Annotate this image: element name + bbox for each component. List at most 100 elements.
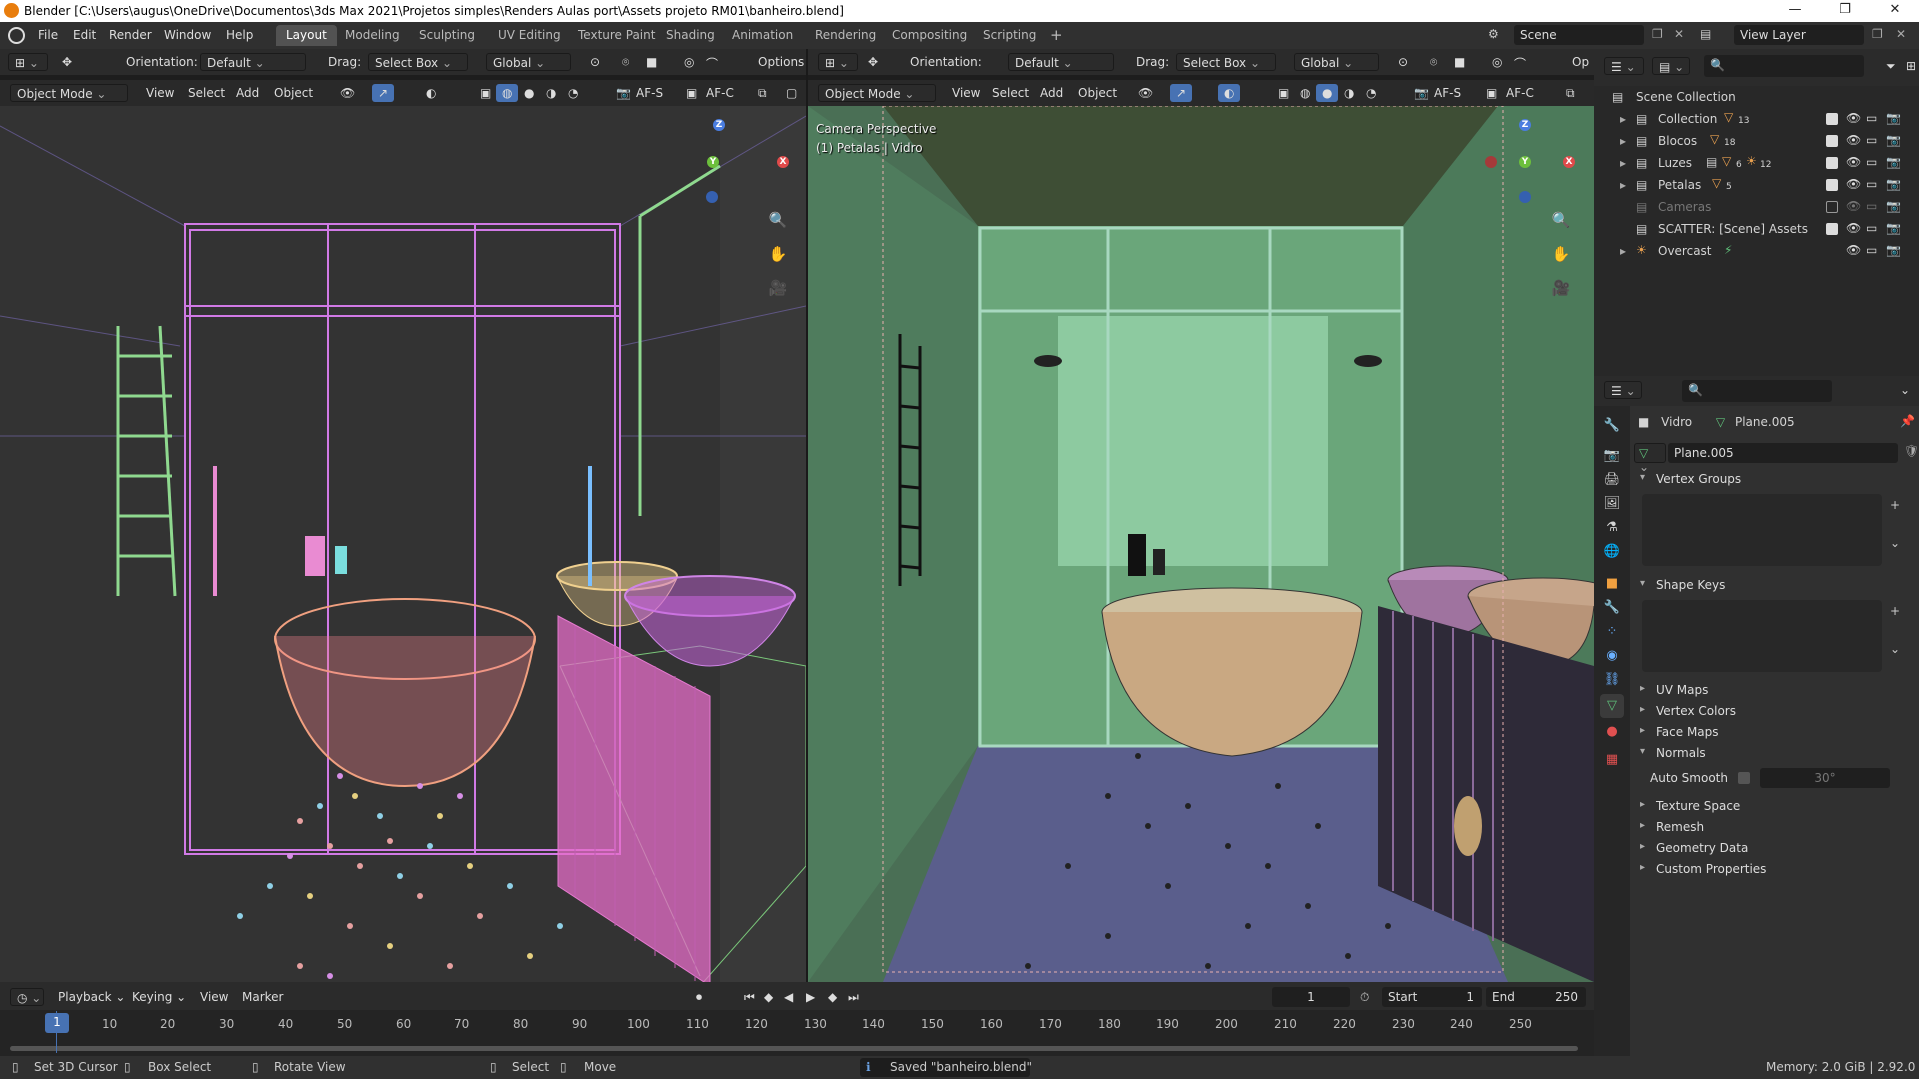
pivot-icon-right[interactable]: ⊙ xyxy=(1392,53,1414,71)
mesh-datablock-field[interactable]: Plane.005 xyxy=(1668,443,1898,463)
expand-icon[interactable]: ▸ xyxy=(1620,178,1626,192)
expand-icon[interactable]: ▸ xyxy=(1620,156,1626,170)
end-frame-field[interactable]: End 250 xyxy=(1486,987,1586,1007)
view-menu-right[interactable]: View xyxy=(946,84,986,102)
tab-shading[interactable]: Shading xyxy=(656,25,725,46)
af-c-button-right[interactable]: AF-C xyxy=(1500,84,1540,102)
zoom-icon-right[interactable]: 🔍 xyxy=(1550,209,1572,231)
af-s-button[interactable]: AF-S xyxy=(630,84,669,102)
transform-orientation-dropdown-right[interactable]: Global xyxy=(1294,53,1379,71)
xray-icon[interactable]: ▣ xyxy=(474,84,497,102)
tab-scripting[interactable]: Scripting xyxy=(973,25,1046,46)
current-frame-field[interactable]: 1 xyxy=(1272,987,1350,1007)
gizmo-x-icon-right[interactable]: X xyxy=(1563,156,1575,168)
drag-dropdown[interactable]: Select Box xyxy=(368,53,468,71)
viewport-disable-icon[interactable]: ▭ xyxy=(1866,199,1877,213)
object-tab-icon[interactable]: ■ xyxy=(1600,572,1624,596)
new-collection-icon[interactable]: ⊞ xyxy=(1900,57,1919,75)
eye-icon[interactable]: 👁 xyxy=(1846,155,1861,169)
exclude-checkbox[interactable] xyxy=(1826,223,1838,235)
shape-key-menu-icon[interactable]: ⌄ xyxy=(1890,642,1900,656)
viewport-disable-icon[interactable]: ▭ xyxy=(1866,133,1877,147)
exclude-checkbox[interactable] xyxy=(1826,113,1838,125)
rendered-shading-icon-right[interactable]: ◔ xyxy=(1360,84,1382,102)
mesh-browse-button[interactable]: ▽ xyxy=(1634,443,1666,463)
viewport-disable-icon[interactable]: ▭ xyxy=(1866,243,1877,257)
tab-sculpting[interactable]: Sculpting xyxy=(409,25,485,46)
wireframe-shading-icon[interactable]: ◍ xyxy=(496,84,519,102)
gizmo-neg-x-icon[interactable] xyxy=(706,156,718,168)
camera-view-icon-right[interactable]: 🎥 xyxy=(1550,277,1572,299)
gizmo-z-icon-right[interactable]: Z xyxy=(1519,119,1531,131)
af-c-button[interactable]: AF-C xyxy=(700,84,740,102)
world-tab-icon[interactable]: 🌐 xyxy=(1600,540,1624,564)
right-viewport[interactable]: Camera Perspective (1) Petalas | Vidro Z… xyxy=(808,106,1594,982)
tab-compositing[interactable]: Compositing xyxy=(882,25,977,46)
viewport-frame-icon[interactable]: ▢ xyxy=(780,84,803,102)
pan-hand-icon[interactable]: ✋ xyxy=(767,243,789,265)
add-vertex-group-icon[interactable]: + xyxy=(1890,498,1900,512)
af-s-button-right[interactable]: AF-S xyxy=(1428,84,1467,102)
options-button[interactable]: Options xyxy=(752,53,810,71)
view-menu[interactable]: View xyxy=(140,84,180,102)
play-reverse-icon[interactable]: ◀ xyxy=(778,988,799,1006)
viewport-extra-icon[interactable]: ⧉ xyxy=(752,84,773,102)
overlay-icon[interactable]: ◐ xyxy=(420,84,442,102)
gizmo-z-icon[interactable]: Z xyxy=(713,119,725,131)
properties-options-icon[interactable]: ⌄ xyxy=(1894,381,1916,399)
viewport-disable-icon[interactable]: ▭ xyxy=(1866,221,1877,235)
falloff-icon[interactable]: ⌒ xyxy=(700,53,724,71)
add-workspace-button[interactable]: + xyxy=(1040,25,1073,46)
expand-icon[interactable]: ▸ xyxy=(1620,112,1626,126)
add-menu[interactable]: Add xyxy=(230,84,265,102)
maximize-button[interactable]: ❐ xyxy=(1825,2,1865,17)
tab-rendering[interactable]: Rendering xyxy=(805,25,886,46)
menu-help[interactable]: Help xyxy=(226,28,253,42)
solid-shading-icon-right[interactable]: ● xyxy=(1316,84,1339,102)
render-camera-icon[interactable]: 📷 xyxy=(1886,243,1901,257)
physics-tab-icon[interactable]: ◉ xyxy=(1600,644,1624,668)
render-camera-icon[interactable]: 📷 xyxy=(1886,133,1901,147)
camera-view-icon[interactable]: 🎥 xyxy=(767,277,789,299)
play-icon[interactable]: ▶ xyxy=(800,988,821,1006)
vertex-group-menu-icon[interactable]: ⌄ xyxy=(1890,536,1900,550)
object-mode-dropdown[interactable]: Object Mode xyxy=(10,84,128,102)
start-frame-field[interactable]: Start 1 xyxy=(1382,987,1482,1007)
gizmo-neg-z-icon-right[interactable] xyxy=(1519,191,1531,203)
timeline-view-menu[interactable]: View xyxy=(194,988,234,1006)
remove-scene-icon[interactable]: ✕ xyxy=(1674,27,1684,41)
menu-window[interactable]: Window xyxy=(164,28,211,42)
eye-icon[interactable]: 👁 xyxy=(1846,177,1861,191)
menu-file[interactable]: File xyxy=(38,28,58,42)
orientation-dropdown[interactable]: Default xyxy=(200,53,306,71)
transform-orientation-dropdown[interactable]: Global xyxy=(486,53,571,71)
modifier-tab-icon[interactable]: 🔧 xyxy=(1600,596,1624,620)
outliner-root-row[interactable]: ▤ Scene Collection xyxy=(1594,86,1919,108)
gizmo-neg-z-icon[interactable] xyxy=(706,191,718,203)
filter-icon[interactable]: ⏷ xyxy=(1880,57,1902,75)
auto-smooth-angle[interactable]: 30° xyxy=(1760,768,1890,788)
mesh-data-tab-icon[interactable]: ▽ xyxy=(1600,694,1624,718)
exclude-checkbox[interactable] xyxy=(1826,157,1838,169)
auto-smooth-checkbox[interactable] xyxy=(1738,772,1750,784)
pivot-icon[interactable]: ⊙ xyxy=(584,53,606,71)
falloff-icon-right[interactable]: ⌒ xyxy=(1508,53,1532,71)
snap-target-icon[interactable]: ■ xyxy=(640,53,663,71)
viewport-disable-icon[interactable]: ▭ xyxy=(1866,177,1877,191)
properties-editor-type[interactable]: ☰ xyxy=(1604,381,1642,399)
eye-icon[interactable]: 👁 xyxy=(1846,133,1861,147)
timeline-editor-type[interactable]: ◷ xyxy=(10,988,44,1006)
viewport-disable-icon[interactable]: ▭ xyxy=(1866,111,1877,125)
add-menu-right[interactable]: Add xyxy=(1034,84,1069,102)
shape-keys-list[interactable] xyxy=(1642,600,1882,672)
visibility-icon[interactable]: 👁 xyxy=(334,84,361,102)
pin-icon[interactable]: 📌 xyxy=(1900,414,1915,428)
rendered-shading-icon[interactable]: ◔ xyxy=(562,84,584,102)
menu-render[interactable]: Render xyxy=(109,28,152,42)
fake-user-icon[interactable]: 🛡 xyxy=(1904,444,1919,458)
tab-layout[interactable]: Layout xyxy=(276,25,337,46)
outliner-editor-type[interactable]: ☰ xyxy=(1604,57,1644,75)
jump-keyframe-forward-icon[interactable]: ◆ xyxy=(822,988,843,1006)
render-camera-icon[interactable]: 📷 xyxy=(1886,221,1901,235)
scene-field[interactable]: Scene xyxy=(1514,25,1644,45)
